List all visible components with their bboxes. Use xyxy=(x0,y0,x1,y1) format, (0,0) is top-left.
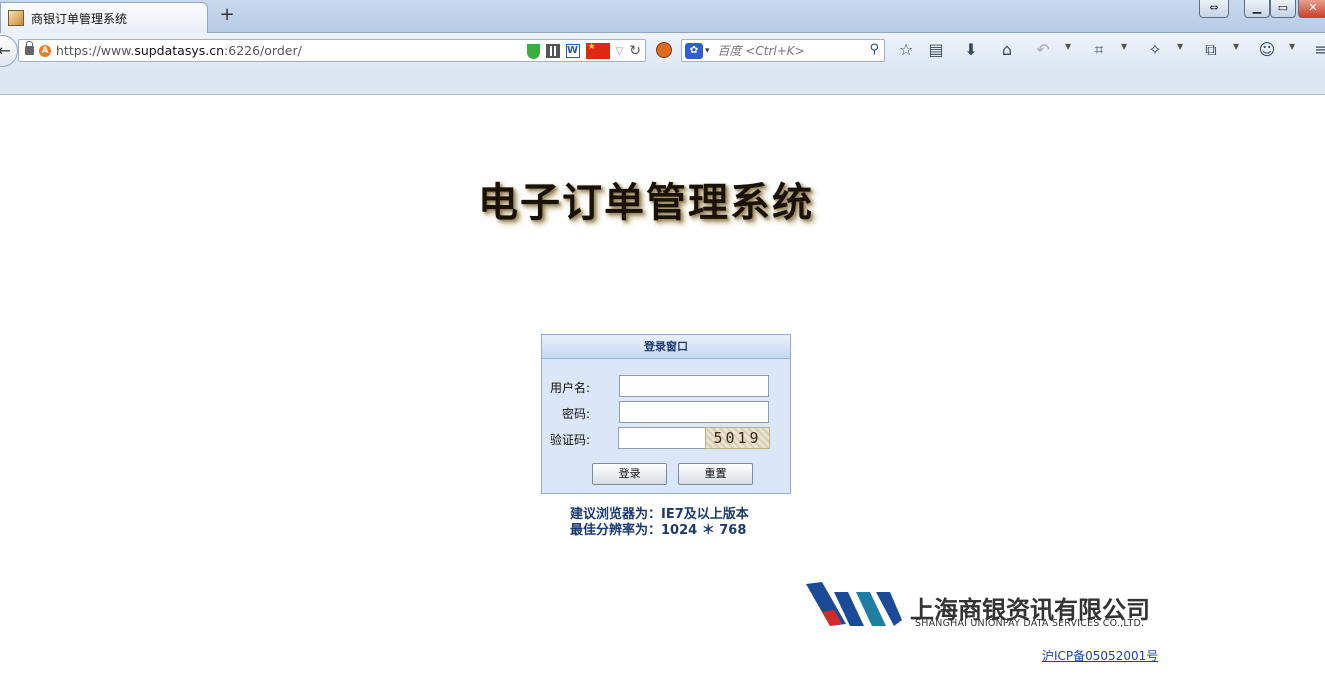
reset-button[interactable]: 重置 xyxy=(678,463,753,485)
share-icon[interactable]: ⧉ xyxy=(1201,40,1221,60)
close-window-button[interactable]: ✕ xyxy=(1298,0,1325,18)
reload-icon[interactable]: ↻ xyxy=(629,43,641,59)
site-favicon-icon xyxy=(8,10,24,26)
dropdown-arrow-icon[interactable]: ▽ xyxy=(616,46,624,57)
login-window-header: 登录窗口 xyxy=(542,335,790,359)
crop-dropdown-icon[interactable]: ▼ xyxy=(1121,42,1127,51)
search-icon[interactable]: ⚲ xyxy=(869,42,879,57)
password-label: 密码: xyxy=(561,407,590,421)
avatar-icon[interactable]: ☺ xyxy=(1257,40,1277,60)
star-icon[interactable]: ☆ xyxy=(896,40,916,60)
page-title: 电子订单管理系统 xyxy=(478,179,814,226)
basketball-icon[interactable] xyxy=(656,42,672,58)
search-bar[interactable]: ✿ ▾ 百度 <Ctrl+K> ⚲ xyxy=(681,39,885,62)
tab-title: 商银订单管理系统 xyxy=(31,11,128,26)
reading-list-icon[interactable]: ▤ xyxy=(926,40,946,60)
china-flag-icon[interactable] xyxy=(585,42,610,59)
company-name-english: SHANGHAI UNIONPAY DATA SERVICES CO.,LTD. xyxy=(915,618,1145,629)
address-bar[interactable]: A https://www.supdatasys.cn:6226/order/ … xyxy=(18,39,646,62)
captcha-input[interactable] xyxy=(618,427,708,449)
qr-code-icon[interactable] xyxy=(545,44,560,58)
back-button[interactable]: ← xyxy=(0,35,18,67)
gesture-icon[interactable]: ✧ xyxy=(1145,40,1165,60)
menu-icon[interactable]: ≡ xyxy=(1311,40,1325,60)
tab-bar: 商银订单管理系统 + ⇔ ▁ ▭ ✕ xyxy=(0,0,1325,33)
login-button[interactable]: 登录 xyxy=(592,463,667,485)
password-input[interactable] xyxy=(619,401,769,423)
baidu-paw-icon[interactable]: ✿ xyxy=(685,42,703,59)
company-logo-icon xyxy=(806,582,902,626)
search-placeholder[interactable]: 百度 <Ctrl+K> xyxy=(718,42,805,59)
lock-icon xyxy=(25,41,34,55)
new-tab-button[interactable]: + xyxy=(217,5,237,25)
mixed-content-warning-icon[interactable]: A xyxy=(39,44,51,57)
active-tab[interactable]: 商银订单管理系统 xyxy=(0,2,208,33)
share-dropdown-icon[interactable]: ▼ xyxy=(1233,42,1239,51)
password-row: 密码: xyxy=(542,401,792,423)
captcha-row: 验证码: 5019 xyxy=(542,427,792,449)
resolution-recommendation: 最佳分辨率为：1024 ＊ 768 xyxy=(570,523,747,538)
download-icon[interactable]: ⬇ xyxy=(961,40,981,60)
restore-size-button[interactable]: ⇔ xyxy=(1199,0,1229,18)
maximize-button[interactable]: ▭ xyxy=(1270,0,1296,18)
url-text[interactable]: https://www.supdatasys.cn:6226/order/ xyxy=(56,43,302,58)
word-icon[interactable]: W xyxy=(565,44,580,58)
login-window: 登录窗口 用户名: 密码: 验证码: 5019 登录 重置 xyxy=(541,334,791,494)
minimize-button[interactable]: ▁ xyxy=(1244,0,1270,18)
avatar-dropdown-icon[interactable]: ▼ xyxy=(1289,42,1295,51)
crop-icon[interactable]: ⌗ xyxy=(1089,40,1109,60)
captcha-label: 验证码: xyxy=(549,433,590,447)
shield-icon[interactable] xyxy=(526,43,540,59)
captcha-image[interactable]: 5019 xyxy=(705,427,770,449)
username-row: 用户名: xyxy=(542,375,792,397)
undo-icon[interactable]: ↶ xyxy=(1033,40,1053,60)
bookmarks-bar xyxy=(0,68,1325,95)
icp-license-link[interactable]: 沪ICP备05052001号 xyxy=(1042,647,1158,664)
home-icon[interactable]: ⌂ xyxy=(997,40,1017,60)
undo-dropdown-icon[interactable]: ▼ xyxy=(1065,42,1071,51)
gesture-dropdown-icon[interactable]: ▼ xyxy=(1177,42,1183,51)
username-input[interactable] xyxy=(619,375,769,397)
username-label: 用户名: xyxy=(549,381,590,395)
browser-recommendation: 建议浏览器为：IE7及以上版本 xyxy=(570,507,749,522)
search-engine-dropdown-icon[interactable]: ▾ xyxy=(705,46,710,56)
browser-tips: 建议浏览器为：IE7及以上版本 最佳分辨率为：1024 ＊ 768 xyxy=(570,507,749,539)
